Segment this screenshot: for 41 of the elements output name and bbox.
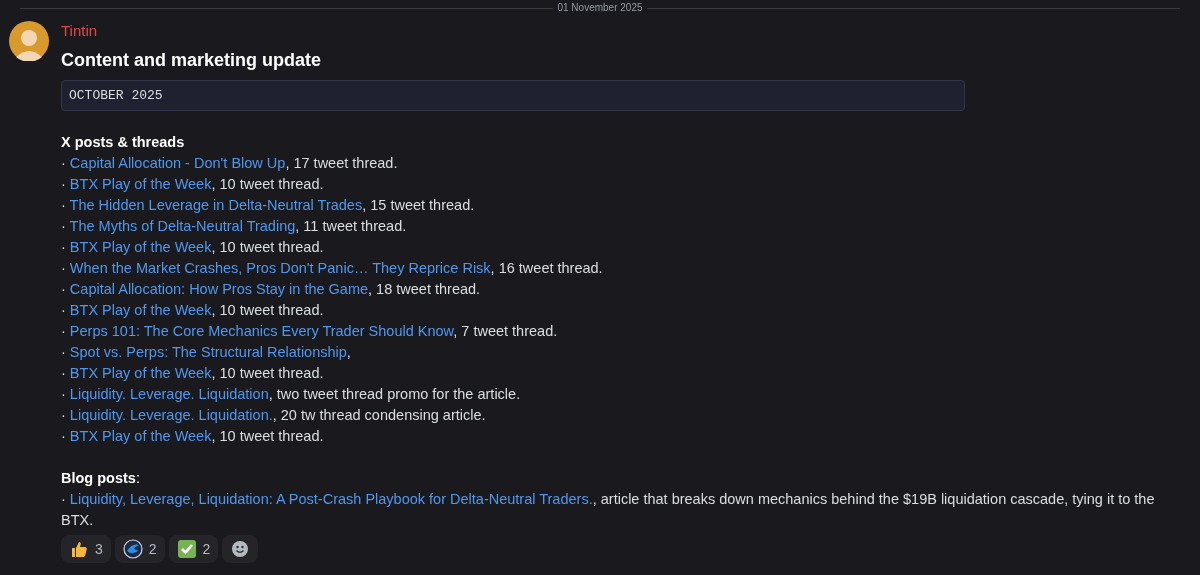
list-item: · BTX Play of the Week, 10 tweet thread. [61, 238, 325, 257]
post-link[interactable]: Spot vs. Perps: The Structural Relationship [69, 344, 347, 360]
list-item: · Capital Allocation: How Pros Stay in the Game, 18 tweet thread. [61, 280, 482, 299]
code-block: OCTOBER 2025 [61, 80, 965, 111]
list-item: · Capital Allocation - Don't Blow Up, 17 tweet thread. [61, 154, 399, 173]
list-item: · Liquidity. Leverage. Liquidation., 20 tw thread condensing article. [61, 406, 487, 425]
list-item: · Liquidity. Leverage. Liquidation, two tweet thread promo for the article. [61, 385, 522, 404]
list-item: · Spot vs. Perps: The Structural Relationship, [61, 343, 352, 362]
post-link[interactable]: Liquidity. Leverage. Liquidation. [69, 407, 273, 423]
post-link[interactable]: Capital Allocation - Don't Blow Up [69, 155, 286, 171]
section-heading: X posts & threads [61, 133, 185, 152]
post-link[interactable]: BTX Play of the Week [69, 176, 212, 192]
list-item: · BTX Play of the Week, 10 tweet thread. [61, 364, 325, 383]
list-item: · The Hidden Leverage in Delta-Neutral Trades, 15 tweet thread. [61, 196, 476, 215]
logo-icon [122, 539, 143, 559]
post-link[interactable]: Liquidity, Leverage, Liquidation: A Post-Crash Playbook for Delta-Neutral Traders. [69, 491, 593, 507]
add-reaction-button[interactable] [222, 535, 259, 563]
post-link[interactable]: Capital Allocation: How Pros Stay in the Game [69, 281, 369, 297]
reaction-button[interactable]: 3 [61, 535, 111, 563]
list-item: · When the Market Crashes, Pros Don't Panic… They Reprice Risk, 16 tweet thread. [61, 259, 604, 278]
post-link[interactable]: BTX Play of the Week [69, 365, 212, 381]
list-item: · Perps 101: The Core Mechanics Every Trader Should Know, 7 tweet thread. [61, 322, 559, 341]
list-item: · The Myths of Delta-Neutral Trading, 11 tweet thread. [61, 217, 408, 236]
post-link[interactable]: When the Market Crashes, Pros Don't Panic… They Reprice Risk [69, 260, 491, 276]
post-link[interactable]: BTX Play of the Week [69, 302, 212, 318]
reaction-button[interactable]: 2 [168, 535, 219, 563]
list-item: · BTX Play of the Week, 10 tweet thread. [61, 301, 325, 320]
reaction-button[interactable]: 2 [114, 535, 165, 563]
author-name[interactable]: Tintin [61, 21, 98, 41]
smiley-icon [230, 539, 251, 559]
post-link[interactable]: Liquidity. Leverage. Liquidation [69, 386, 269, 402]
post-link[interactable]: BTX Play of the Week [69, 428, 212, 444]
list-item: · BTX Play of the Week, 10 tweet thread. [61, 427, 325, 446]
avatar-icon[interactable] [9, 21, 49, 61]
check-icon [176, 539, 197, 559]
section-heading: Blog posts: [61, 469, 140, 488]
list-item: · Liquidity, Leverage, Liquidation: A Post-Crash Playbook for Delta-Neutral Traders., article that breaks down mechanics behind the $19B liquidation cascade, tying it to the BTX. [61, 490, 1156, 530]
post-link[interactable]: BTX Play of the Week [69, 239, 212, 255]
message-title: Content and marketing update [61, 49, 321, 72]
thumbs-up-icon [69, 539, 89, 559]
list-item: · BTX Play of the Week, 10 tweet thread. [61, 175, 325, 194]
